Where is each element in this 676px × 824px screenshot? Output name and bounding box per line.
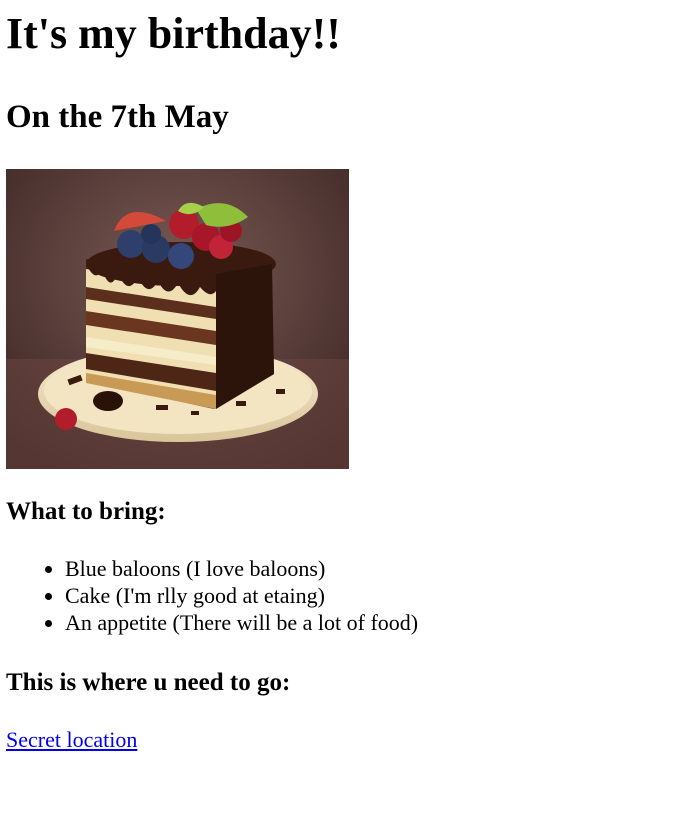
date-heading: On the 7th May — [6, 99, 229, 135]
location-heading: This is where u need to go: — [6, 669, 291, 696]
bring-heading: What to bring: — [6, 498, 166, 525]
bring-list: Blue baloons (I love baloons) Cake (I'm … — [6, 555, 670, 636]
list-item: Cake (I'm rlly good at etaing) — [65, 582, 670, 609]
list-item: Blue baloons (I love baloons) — [65, 555, 670, 582]
chocolate-cake-slice-icon — [6, 169, 349, 469]
secret-location-link[interactable]: Secret location — [6, 726, 137, 753]
page-title: It's my birthday!! — [6, 9, 341, 58]
page: It's my birthday!! On the 7th May What t… — [0, 8, 676, 753]
list-item: An appetite (There will be a lot of food… — [65, 609, 670, 636]
